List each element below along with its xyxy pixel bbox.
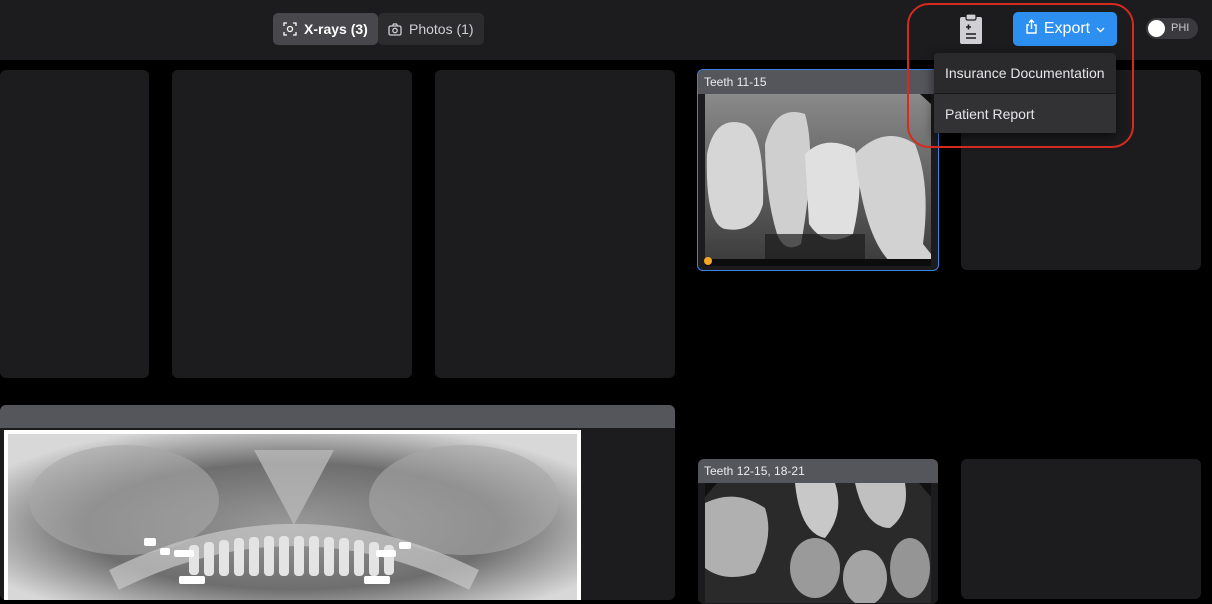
card-title: Teeth 12-15, 18-21: [698, 459, 938, 483]
xray-scan-icon: [283, 22, 297, 36]
xray-image: [705, 94, 931, 266]
xray-image: [705, 483, 931, 603]
tab-label: X-rays (3): [304, 21, 368, 37]
menu-item-patient-report[interactable]: Patient Report: [934, 93, 1116, 133]
empty-slot[interactable]: [0, 70, 149, 378]
top-toolbar: X-rays (3) Photos (1) Export PHI: [0, 0, 1212, 60]
export-dropdown-menu: Insurance Documentation Patient Report: [934, 53, 1116, 133]
chevron-down-icon: [1096, 20, 1105, 38]
empty-slot[interactable]: [435, 70, 675, 378]
card-title: Teeth 11-15: [698, 70, 938, 94]
flag-indicator: [704, 257, 712, 265]
export-label: Export: [1043, 20, 1091, 37]
tab-photos[interactable]: Photos (1): [378, 13, 484, 45]
toggle-knob: [1148, 20, 1165, 37]
tab-label: Photos (1): [409, 21, 474, 37]
xray-card[interactable]: Teeth 12-15, 18-21: [698, 459, 938, 604]
tab-xrays[interactable]: X-rays (3): [273, 13, 378, 45]
camera-icon: [388, 22, 402, 36]
export-button[interactable]: Export: [1013, 12, 1117, 46]
phi-toggle[interactable]: PHI: [1146, 18, 1198, 39]
phi-label: PHI: [1171, 22, 1190, 34]
panoramic-xray-image: [4, 430, 581, 600]
panoramic-xray-card[interactable]: [0, 405, 675, 600]
share-export-icon: [1025, 19, 1038, 39]
empty-slot[interactable]: [961, 459, 1201, 599]
empty-slot[interactable]: [172, 70, 412, 378]
menu-item-insurance-documentation[interactable]: Insurance Documentation: [934, 53, 1116, 93]
card-header: [0, 405, 675, 428]
xray-card[interactable]: Teeth 11-15: [697, 69, 939, 271]
clipboard-report-icon[interactable]: [958, 13, 984, 45]
